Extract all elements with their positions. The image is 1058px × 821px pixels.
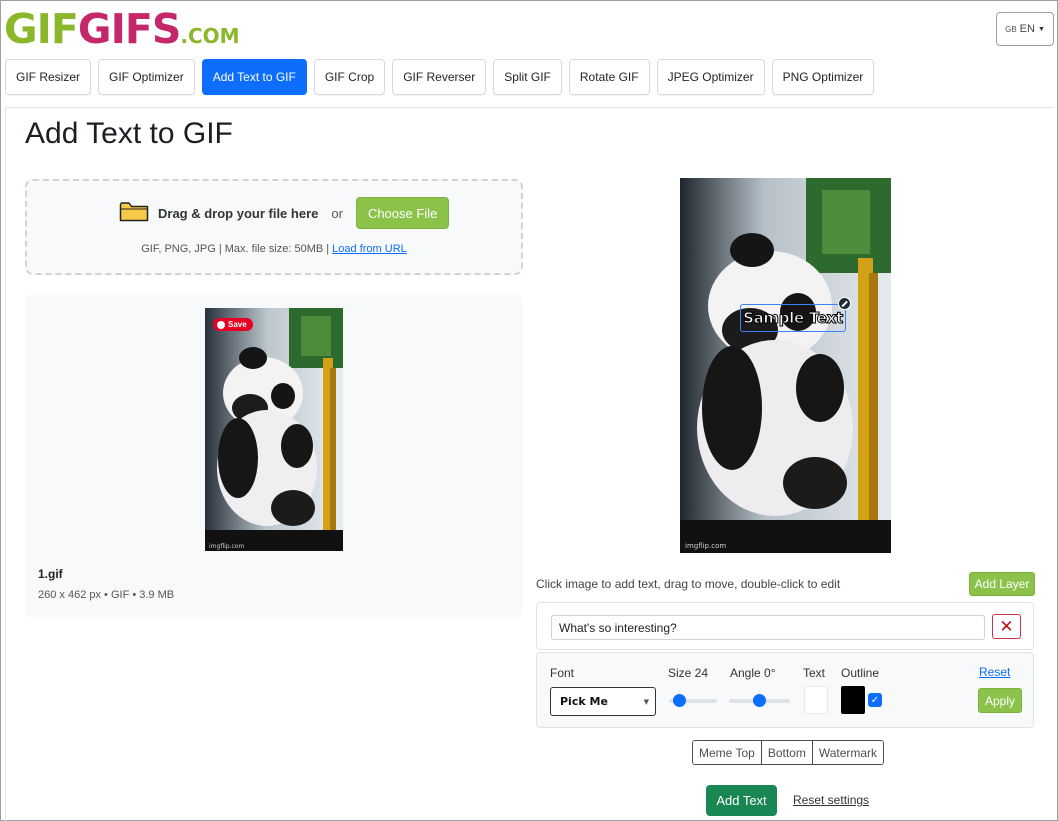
- tab-gif-optimizer[interactable]: GIF Optimizer: [98, 59, 195, 95]
- text-settings-panel: Font Pick Me ▼ Size 24 Angle 0° Text Out…: [536, 652, 1034, 728]
- outline-color-swatch[interactable]: [841, 686, 865, 714]
- file-dropzone[interactable]: Drag & drop your file here or Choose Fil…: [25, 179, 523, 275]
- outline-checkbox[interactable]: ✓: [868, 693, 882, 707]
- header-divider: [5, 107, 1054, 108]
- dropzone-or: or: [331, 205, 343, 221]
- language-label: EN: [1019, 23, 1035, 35]
- tab-jpeg-optimizer[interactable]: JPEG Optimizer: [656, 59, 765, 95]
- size-slider[interactable]: [669, 694, 717, 707]
- remove-overlay-icon[interactable]: [838, 297, 851, 310]
- size-slider-thumb[interactable]: [673, 694, 686, 707]
- logo-suffix: .COM: [180, 24, 240, 48]
- font-select-value: Pick Me: [560, 695, 608, 708]
- tab-rotate-gif[interactable]: Rotate GIF: [568, 59, 650, 95]
- file-thumbnail: imgflip.com Save: [205, 308, 343, 551]
- tab-gif-crop[interactable]: GIF Crop: [313, 59, 386, 95]
- pinterest-save-label: Save: [228, 320, 247, 329]
- gif-preview-canvas[interactable]: imgflip.com Sample Text: [680, 178, 891, 553]
- preview-credit: imgflip.com: [685, 542, 726, 550]
- preset-bottom[interactable]: Bottom: [761, 741, 813, 764]
- file-meta: 260 x 462 px • GIF • 3.9 MB: [38, 589, 175, 601]
- choose-file-button[interactable]: Choose File: [355, 197, 450, 229]
- add-text-button[interactable]: Add Text: [706, 785, 777, 816]
- file-name: 1.gif: [38, 567, 63, 581]
- tab-add-text-to-gif[interactable]: Add Text to GIF: [201, 59, 307, 95]
- dropzone-info: GIF, PNG, JPG | Max. file size: 50MB | L…: [27, 243, 521, 255]
- load-from-url-link[interactable]: Load from URL: [332, 243, 407, 255]
- delete-layer-button[interactable]: ✕: [992, 614, 1021, 639]
- chevron-down-icon: ▼: [643, 698, 649, 706]
- editor-hint: Click image to add text, drag to move, d…: [536, 577, 841, 591]
- outline-label: Outline: [841, 666, 880, 680]
- close-icon: ✕: [999, 616, 1014, 636]
- tab-gif-resizer[interactable]: GIF Resizer: [5, 59, 92, 95]
- caret-down-icon: ▼: [1037, 25, 1045, 33]
- logo-part-gifs: GIFS: [77, 5, 181, 53]
- tool-tabs: GIF Resizer GIF Optimizer Add Text to GI…: [5, 59, 875, 95]
- apply-button[interactable]: Apply: [978, 688, 1022, 713]
- content-left-rule: [5, 108, 6, 821]
- angle-slider-thumb[interactable]: [753, 694, 766, 707]
- flag-icon: GB: [1005, 24, 1017, 34]
- preset-watermark[interactable]: Watermark: [812, 741, 884, 764]
- folder-icon: [119, 200, 149, 227]
- text-overlay-layer[interactable]: Sample Text: [740, 297, 851, 332]
- tab-png-optimizer[interactable]: PNG Optimizer: [771, 59, 875, 95]
- thumb-credit: imgflip.com: [209, 543, 244, 550]
- language-selector[interactable]: GB EN ▼: [996, 12, 1054, 46]
- text-color-swatch[interactable]: [804, 686, 828, 714]
- file-constraints: GIF, PNG, JPG | Max. file size: 50MB |: [141, 243, 330, 255]
- preset-meme-top[interactable]: Meme Top: [693, 741, 762, 764]
- logo-part-gif: GIF: [4, 5, 79, 53]
- reset-settings-link[interactable]: Reset settings: [793, 793, 869, 807]
- pinterest-icon: [217, 320, 225, 329]
- overlay-text: Sample Text: [743, 309, 844, 328]
- pinterest-save-button[interactable]: Save: [213, 318, 253, 331]
- text-color-label: Text: [803, 666, 826, 680]
- tab-split-gif[interactable]: Split GIF: [493, 59, 562, 95]
- angle-slider[interactable]: [729, 694, 790, 707]
- uploaded-file-card: imgflip.com Save 1.gif 260 x 462 px • GI…: [25, 295, 523, 617]
- add-layer-button[interactable]: Add Layer: [969, 572, 1035, 596]
- font-select[interactable]: Pick Me ▼: [550, 687, 656, 716]
- angle-label: Angle 0°: [730, 666, 776, 680]
- page-title: Add Text to GIF: [25, 117, 233, 150]
- layer-text-input[interactable]: [551, 615, 985, 640]
- reset-link[interactable]: Reset: [979, 665, 1010, 679]
- position-presets: Meme Top Bottom Watermark: [692, 740, 885, 765]
- size-label: Size 24: [668, 666, 709, 680]
- site-logo[interactable]: GIFGIFS.COM: [4, 5, 240, 53]
- font-label: Font: [550, 666, 575, 680]
- dropzone-label: Drag & drop your file here: [158, 205, 319, 221]
- text-layer-row: ✕: [536, 602, 1034, 650]
- tab-gif-reverser[interactable]: GIF Reverser: [392, 59, 487, 95]
